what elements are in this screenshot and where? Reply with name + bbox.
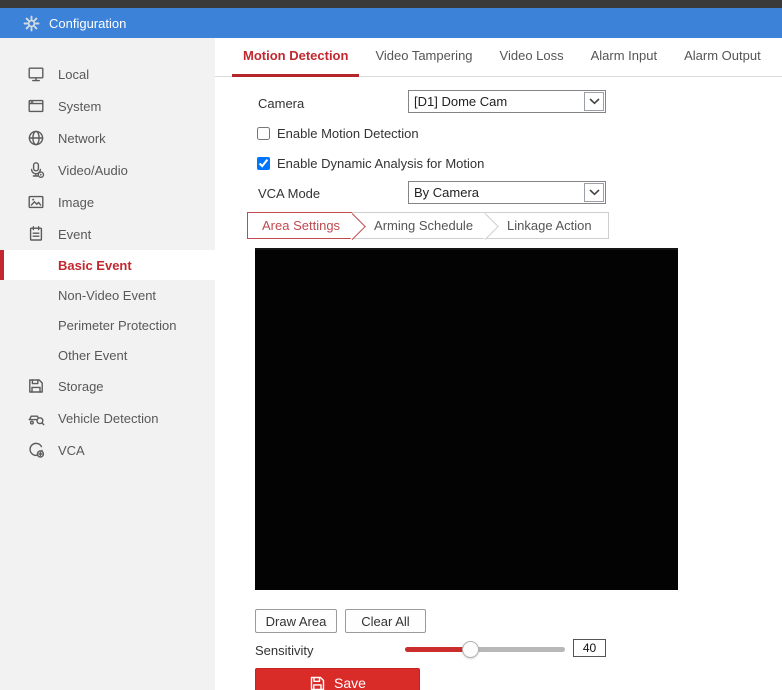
app-title: Configuration — [49, 16, 126, 31]
draw-area-button[interactable]: Draw Area — [255, 609, 337, 633]
chevron-down-icon[interactable] — [584, 183, 604, 202]
sidebar-item-system[interactable]: System — [0, 90, 215, 122]
monitor-icon — [27, 65, 45, 83]
enable-dynamic-analysis-label: Enable Dynamic Analysis for Motion — [277, 156, 484, 171]
app-header: Configuration — [0, 8, 782, 38]
sensitivity-slider-fill — [405, 647, 470, 652]
window-top-strip — [0, 0, 782, 8]
main-content: Motion Detection Video Tampering Video L… — [215, 38, 782, 690]
enable-motion-detection-label: Enable Motion Detection — [277, 126, 419, 141]
sensitivity-slider-track[interactable] — [405, 647, 565, 652]
sidebar-item-image[interactable]: Image — [0, 186, 215, 218]
sidebar-item-local[interactable]: Local — [0, 58, 215, 90]
sidebar-item-label: Perimeter Protection — [58, 318, 177, 333]
enable-motion-detection-checkbox[interactable] — [257, 127, 270, 140]
sidebar-item-label: Vehicle Detection — [58, 411, 158, 426]
sidebar-item-label: Basic Event — [58, 258, 132, 273]
clear-all-button[interactable]: Clear All — [345, 609, 426, 633]
sidebar-item-other-event[interactable]: Other Event — [0, 340, 215, 370]
sidebar-item-label: Other Event — [58, 348, 127, 363]
video-preview[interactable] — [255, 248, 678, 590]
sidebar-item-label: Image — [58, 195, 94, 210]
configuration-window: Configuration Local System Network Video… — [0, 0, 782, 690]
chevron-down-icon[interactable] — [584, 92, 604, 111]
sidebar-item-label: Video/Audio — [58, 163, 128, 178]
sensitivity-label: Sensitivity — [255, 643, 314, 658]
tab-video-loss[interactable]: Video Loss — [489, 38, 575, 77]
sidebar-item-vca[interactable]: VCA — [0, 434, 215, 466]
sidebar-item-label: Storage — [58, 379, 104, 394]
vca-icon — [27, 441, 45, 459]
sidebar-item-label: VCA — [58, 443, 85, 458]
save-floppy-icon — [309, 675, 326, 690]
sensitivity-slider-thumb[interactable] — [462, 641, 479, 658]
sidebar: Local System Network Video/Audio Image — [0, 38, 215, 690]
subtab-linkage-action[interactable]: Linkage Action — [485, 212, 609, 239]
sidebar-item-label: Network — [58, 131, 106, 146]
sidebar-item-label: Event — [58, 227, 91, 242]
enable-dynamic-analysis-checkbox[interactable] — [257, 157, 270, 170]
vca-mode-select-value: By Camera — [409, 185, 584, 200]
window-icon — [27, 97, 45, 115]
tab-bar: Motion Detection Video Tampering Video L… — [215, 38, 782, 77]
camera-select-value: [D1] Dome Cam — [409, 94, 584, 109]
vca-mode-label: VCA Mode — [258, 186, 320, 201]
sidebar-item-basic-event[interactable]: Basic Event — [0, 250, 215, 280]
clipboard-icon — [27, 225, 45, 243]
tab-video-tampering[interactable]: Video Tampering — [364, 38, 483, 77]
enable-motion-detection-row: Enable Motion Detection — [257, 126, 419, 141]
sidebar-item-network[interactable]: Network — [0, 122, 215, 154]
camera-label: Camera — [258, 96, 304, 111]
sidebar-item-label: Local — [58, 67, 89, 82]
sidebar-item-vehicle-detection[interactable]: Vehicle Detection — [0, 402, 215, 434]
floppy-icon — [27, 377, 45, 395]
tab-exception[interactable]: Exce — [777, 38, 782, 77]
tab-alarm-input[interactable]: Alarm Input — [580, 38, 668, 77]
microphone-icon — [27, 161, 45, 179]
save-button[interactable]: Save — [255, 668, 420, 690]
sidebar-item-video-audio[interactable]: Video/Audio — [0, 154, 215, 186]
tab-alarm-output[interactable]: Alarm Output — [673, 38, 772, 77]
sidebar-item-label: Non-Video Event — [58, 288, 156, 303]
picture-icon — [27, 193, 45, 211]
globe-icon — [27, 129, 45, 147]
sensitivity-value-input[interactable] — [573, 639, 606, 657]
sidebar-item-event[interactable]: Event — [0, 218, 215, 250]
sidebar-item-label: System — [58, 99, 101, 114]
gear-icon — [23, 15, 40, 32]
sidebar-item-storage[interactable]: Storage — [0, 370, 215, 402]
vehicle-search-icon — [27, 409, 45, 427]
sidebar-item-perimeter-protection[interactable]: Perimeter Protection — [0, 310, 215, 340]
subtab-arming-schedule[interactable]: Arming Schedule — [352, 212, 485, 239]
sidebar-item-non-video-event[interactable]: Non-Video Event — [0, 280, 215, 310]
save-button-label: Save — [334, 675, 366, 690]
subtab-area-settings[interactable]: Area Settings — [247, 212, 352, 239]
enable-dynamic-analysis-row: Enable Dynamic Analysis for Motion — [257, 156, 484, 171]
vca-mode-select[interactable]: By Camera — [408, 181, 606, 204]
tab-motion-detection[interactable]: Motion Detection — [232, 38, 359, 77]
camera-select[interactable]: [D1] Dome Cam — [408, 90, 606, 113]
subtab-bar: Area Settings Arming Schedule Linkage Ac… — [247, 212, 609, 239]
